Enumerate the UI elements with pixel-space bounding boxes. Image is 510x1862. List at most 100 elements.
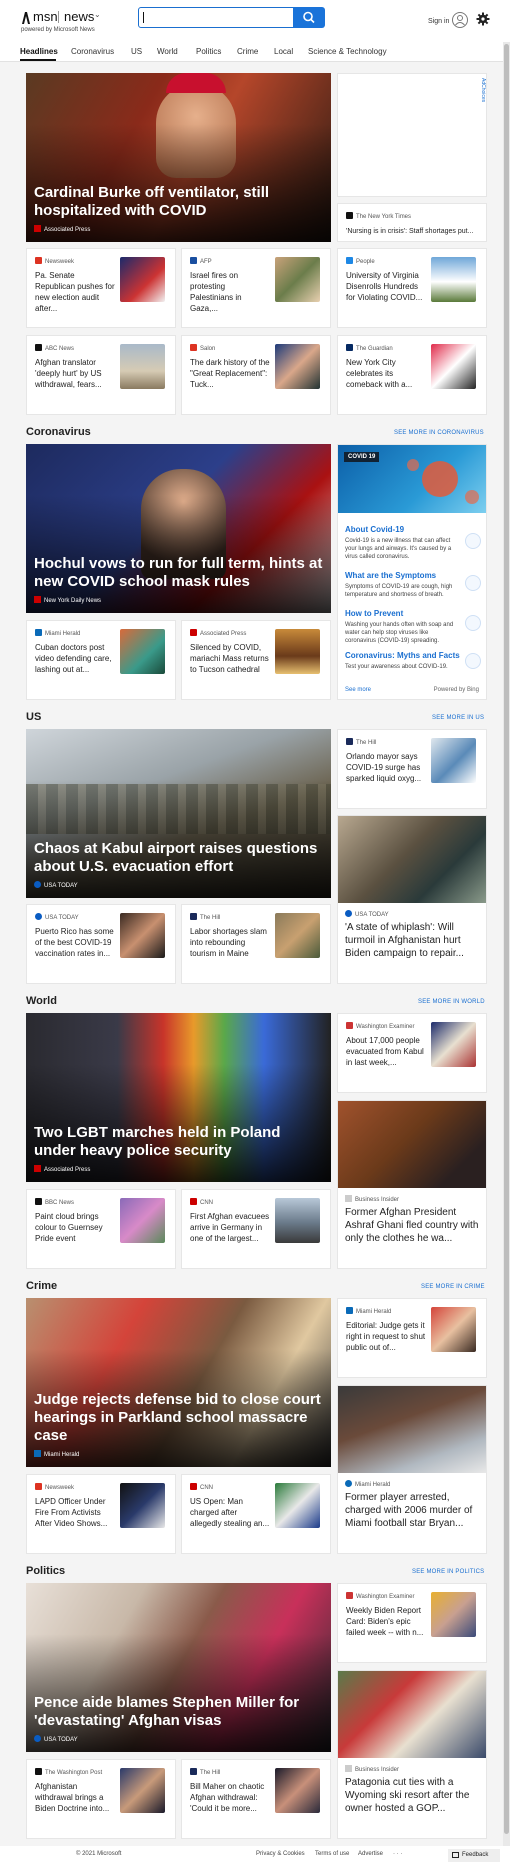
top-card-2[interactable]: AFP Israel fires on protesting Palestini…: [181, 248, 331, 328]
nav-local[interactable]: Local: [274, 47, 293, 56]
covid-item-myths[interactable]: Coronavirus: Myths and Facts Test your a…: [345, 651, 481, 671]
nav-crime[interactable]: Crime: [237, 47, 258, 56]
crime-hero-story[interactable]: Judge rejects defense bid to close court…: [26, 1298, 331, 1467]
crime-card-1[interactable]: Newsweek LAPD Officer Under Fire From Ac…: [26, 1474, 176, 1554]
feedback-label[interactable]: Feedback: [462, 1852, 488, 1858]
see-more-crime[interactable]: SEE MORE IN CRIME: [421, 1284, 485, 1290]
carousel-dots[interactable]: [142, 236, 216, 239]
top-side-story[interactable]: The New York Times 'Nursing is in crisis…: [337, 203, 487, 242]
footer-link-privacy[interactable]: Privacy & Cookies: [256, 1851, 305, 1857]
us-tall-story[interactable]: USA TODAY 'A state of whiplash': Will tu…: [337, 815, 487, 984]
see-more-world[interactable]: SEE MORE IN WORLD: [418, 999, 485, 1005]
gear-icon[interactable]: [476, 12, 490, 26]
section-title-us[interactable]: US: [26, 711, 41, 723]
world-side-story[interactable]: Washington Examiner About 17,000 people …: [337, 1013, 487, 1093]
nav-coronavirus[interactable]: Coronavirus: [71, 47, 114, 56]
see-more-coronavirus[interactable]: SEE MORE IN CORONAVIRUS: [394, 430, 484, 436]
search-input[interactable]: [138, 7, 294, 28]
story-thumbnail: [120, 913, 165, 958]
footer-link-terms[interactable]: Terms of use: [315, 1851, 349, 1857]
covid-item-prevent[interactable]: How to Prevent Washing your hands often …: [345, 609, 481, 645]
us-card-2[interactable]: The Hill Labor shortages slam into rebou…: [181, 904, 331, 984]
section-title-coronavirus[interactable]: Coronavirus: [26, 426, 91, 438]
politics-card-1[interactable]: The Washington Post Afghanistan withdraw…: [26, 1759, 176, 1839]
top-card-4[interactable]: ABC News Afghan translator 'deeply hurt'…: [26, 335, 176, 415]
section-title-world[interactable]: World: [26, 995, 57, 1007]
covid-see-more[interactable]: See more: [345, 687, 371, 693]
politics-card-2[interactable]: The Hill Bill Maher on chaotic Afghan wi…: [181, 1759, 331, 1839]
top-card-6[interactable]: The Guardian New York City celebrates it…: [337, 335, 487, 415]
world-card-2[interactable]: CNN First Afghan evacuees arrive in Germ…: [181, 1189, 331, 1269]
msn-butterfly-icon[interactable]: [20, 10, 32, 26]
us-card-1[interactable]: USA TODAY Puerto Rico has some of the be…: [26, 904, 176, 984]
politics-hero-story[interactable]: Pence aide blames Stephen Miller for 'de…: [26, 1583, 331, 1752]
story-thumbnail: [120, 1198, 165, 1243]
avatar[interactable]: [452, 12, 468, 28]
hero-source: New York Daily News: [34, 596, 101, 604]
hero-source: USA TODAY: [34, 881, 78, 889]
search-button[interactable]: [293, 7, 325, 28]
covid-item-heading[interactable]: About Covid-19: [345, 525, 481, 534]
covid-item-heading[interactable]: What are the Symptoms: [345, 571, 481, 580]
story-source: Newsweek: [35, 257, 74, 265]
us-side-story[interactable]: The Hill Orlando mayor says COVID-19 sur…: [337, 729, 487, 809]
story-source: Washington Examiner: [346, 1022, 414, 1030]
top-card-5[interactable]: Salon The dark history of the "Great Rep…: [181, 335, 331, 415]
feedback-icon: [452, 1852, 459, 1858]
product-name[interactable]: news: [64, 9, 94, 24]
crime-tall-story[interactable]: Miami Herald Former player arrested, cha…: [337, 1385, 487, 1554]
ad-slot[interactable]: AdChoices: [337, 73, 487, 197]
story-thumbnail: [275, 1768, 320, 1813]
crime-card-2[interactable]: CNN US Open: Man charged after allegedly…: [181, 1474, 331, 1554]
story-title: The dark history of the "Great Replaceme…: [190, 358, 270, 389]
world-tall-story[interactable]: Business Insider Former Afghan President…: [337, 1100, 487, 1269]
politics-tall-story[interactable]: Business Insider Patagonia cut ties with…: [337, 1670, 487, 1839]
powered-by-bing: Powered by Bing: [433, 687, 479, 693]
section-title-politics[interactable]: Politics: [26, 1565, 65, 1577]
coronavirus-card-2[interactable]: Associated Press Silenced by COVID, mari…: [181, 620, 331, 700]
nav-headlines[interactable]: Headlines: [20, 47, 58, 56]
covid-item-heading[interactable]: How to Prevent: [345, 609, 481, 618]
story-thumbnail: [431, 738, 476, 783]
footer-link-advertise[interactable]: Advertise: [358, 1851, 383, 1857]
nav-science-technology[interactable]: Science & Technology: [308, 47, 387, 56]
world-card-1[interactable]: BBC News Paint cloud brings colour to Gu…: [26, 1189, 176, 1269]
story-title: Bill Maher on chaotic Afghan withdrawal:…: [190, 1782, 265, 1813]
page-footer: © 2021 Microsoft Privacy & Cookies Terms…: [0, 1846, 510, 1862]
see-more-us[interactable]: SEE MORE IN US: [432, 715, 484, 721]
text-cursor: [143, 12, 144, 23]
sign-in-link[interactable]: Sign in: [428, 18, 449, 25]
world-hero-story[interactable]: Two LGBT marches held in Poland under he…: [26, 1013, 331, 1182]
crime-side-story[interactable]: Miami Herald Editorial: Judge gets it ri…: [337, 1298, 487, 1378]
hero-source: USA TODAY: [34, 1735, 78, 1743]
covid-item-about[interactable]: About Covid-19 Covid-19 is a new illness…: [345, 525, 481, 561]
nav-us[interactable]: US: [131, 47, 142, 56]
coronavirus-hero-story[interactable]: Hochul vows to run for full term, hints …: [26, 444, 331, 613]
hero-headline[interactable]: Cardinal Burke off ventilator, still hos…: [34, 184, 325, 220]
politics-side-story[interactable]: Washington Examiner Weekly Biden Report …: [337, 1583, 487, 1663]
footer-more[interactable]: · · ·: [393, 1851, 402, 1857]
top-hero-story[interactable]: Cardinal Burke off ventilator, still hos…: [26, 73, 331, 242]
top-card-3[interactable]: People University of Virginia Disenrolls…: [337, 248, 487, 328]
section-title-crime[interactable]: Crime: [26, 1280, 57, 1292]
nav-world[interactable]: World: [157, 47, 178, 56]
hero-headline[interactable]: Pence aide blames Stephen Miller for 'de…: [34, 1694, 325, 1730]
brand-logo[interactable]: msn: [33, 9, 58, 24]
hero-headline[interactable]: Two LGBT marches held in Poland under he…: [34, 1124, 325, 1160]
scrollbar-thumb[interactable]: [504, 44, 509, 1834]
story-thumbnail: [431, 1022, 476, 1067]
covid-item-heading[interactable]: Coronavirus: Myths and Facts: [345, 651, 481, 660]
coronavirus-card-1[interactable]: Miami Herald Cuban doctors post video de…: [26, 620, 176, 700]
feedback-button[interactable]: Feedback: [448, 1849, 500, 1862]
top-card-1[interactable]: Newsweek Pa. Senate Republican pushes fo…: [26, 248, 176, 328]
see-more-politics[interactable]: SEE MORE IN POLITICS: [412, 1569, 484, 1575]
hero-headline[interactable]: Hochul vows to run for full term, hints …: [34, 555, 325, 591]
hero-headline[interactable]: Judge rejects defense bid to close court…: [34, 1391, 325, 1445]
nav-politics[interactable]: Politics: [196, 47, 221, 56]
top-bar: msn news ⌄ powered by Microsoft News Sig…: [0, 0, 510, 42]
chevron-down-icon[interactable]: ⌄: [94, 10, 101, 19]
us-hero-story[interactable]: Chaos at Kabul airport raises questions …: [26, 729, 331, 898]
covid-item-symptoms[interactable]: What are the Symptoms Symptoms of COVID-…: [345, 571, 481, 599]
ad-choices-label[interactable]: AdChoices: [480, 78, 486, 102]
hero-headline[interactable]: Chaos at Kabul airport raises questions …: [34, 840, 325, 876]
